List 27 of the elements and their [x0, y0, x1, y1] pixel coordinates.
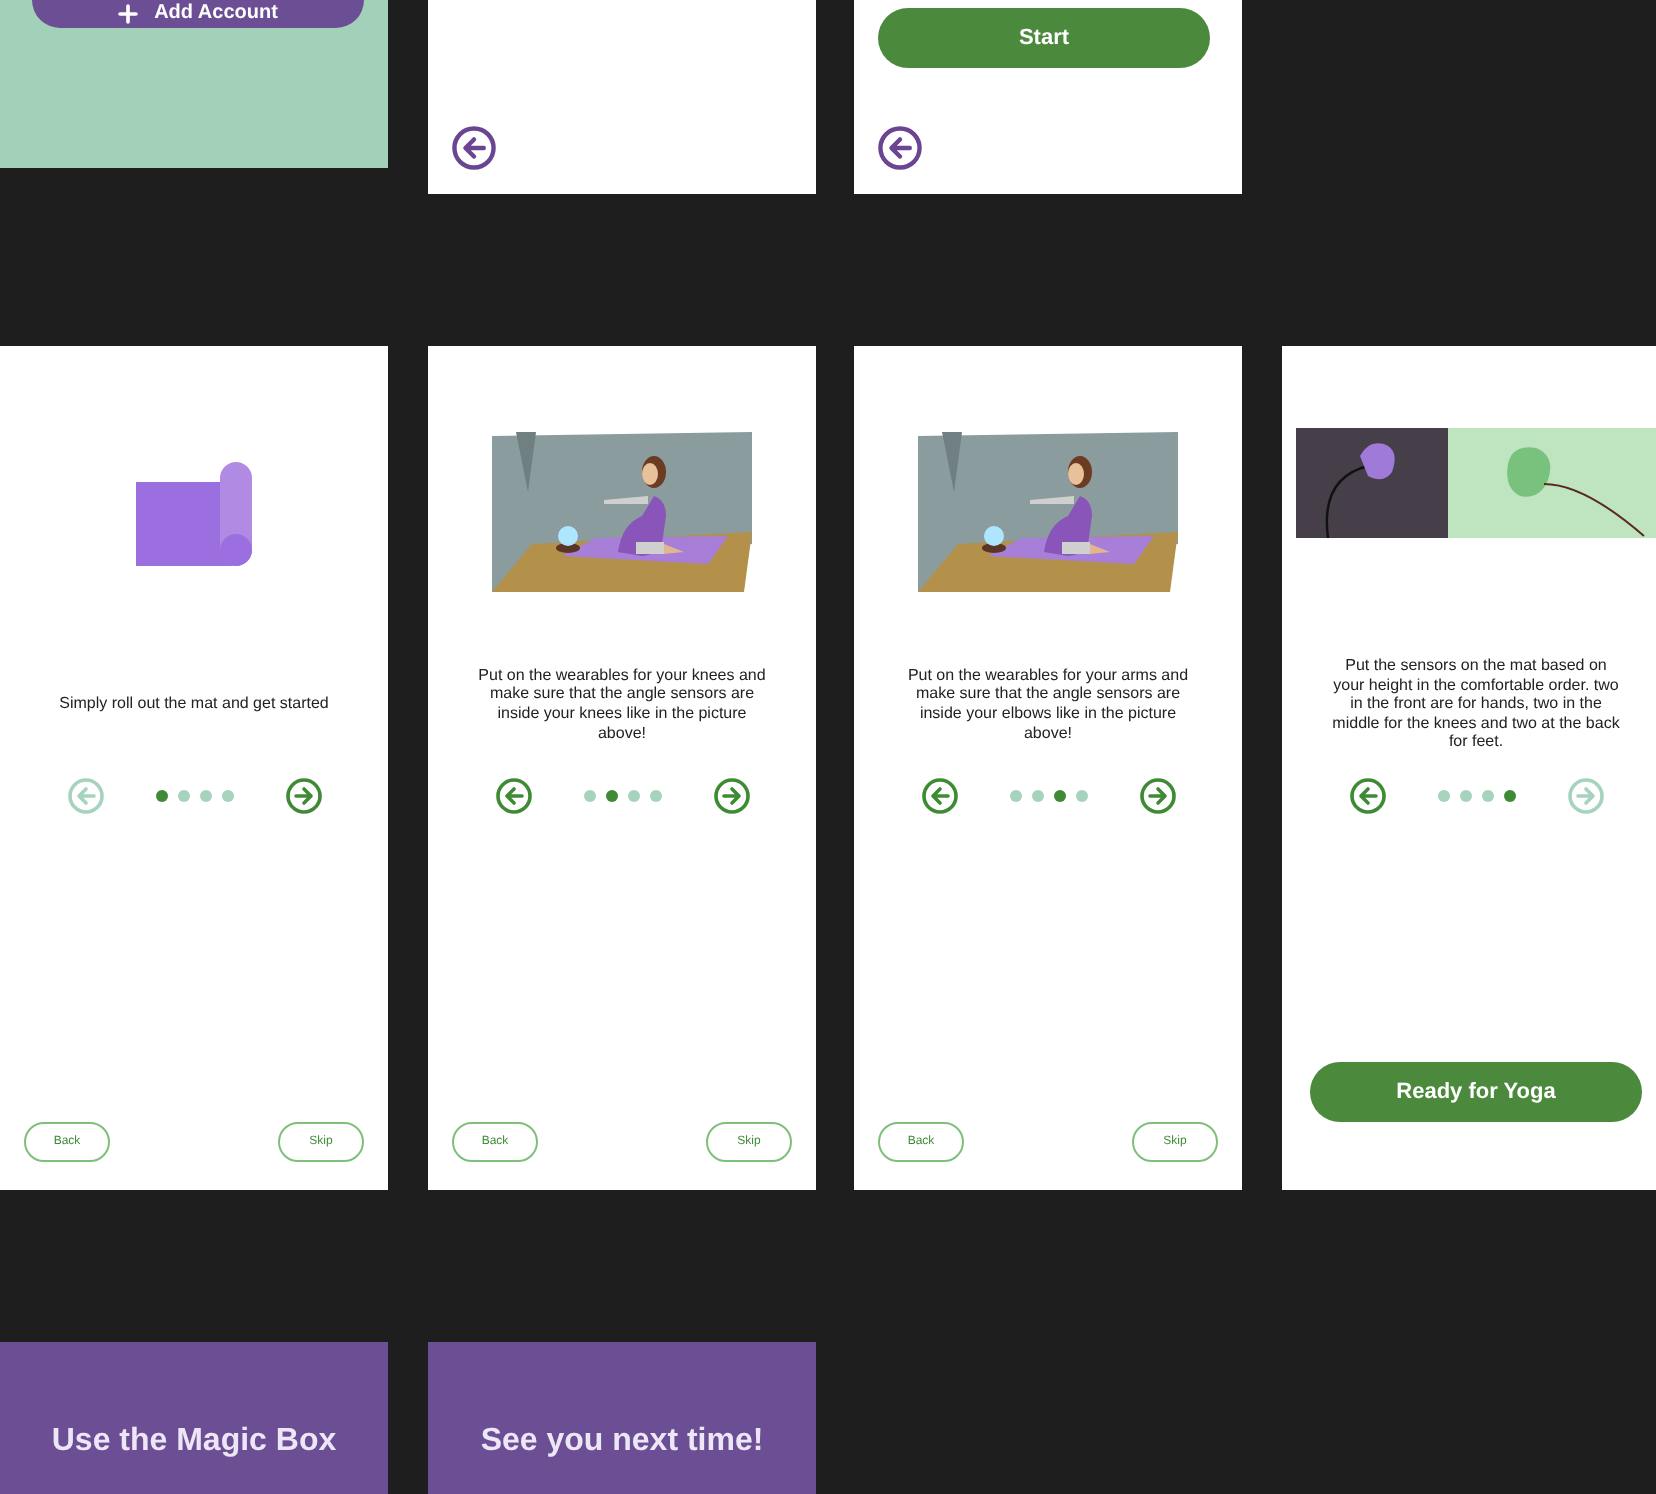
screen-title: Use the Magic Box [51, 1424, 337, 1460]
page-dot[interactable] [1503, 790, 1515, 802]
page-dot[interactable] [627, 790, 639, 802]
page-dot[interactable] [1459, 790, 1471, 802]
page-dot[interactable] [649, 790, 661, 802]
instruction-text: Put on the wearables for your knees and make sure that the angle sensors are inside your knees like in the picture above! [476, 665, 768, 743]
page-dot[interactable] [1437, 790, 1449, 802]
page-dot[interactable] [1009, 790, 1021, 802]
plus-icon [118, 4, 139, 24]
rolled-mat-icon [136, 458, 252, 570]
page-dot[interactable] [583, 790, 595, 802]
page-dot[interactable] [177, 790, 189, 802]
instruction-text: Put the sensors on the mat based on your height in the comfortable order. two in the front are for hands, two in the middle for the knees and two at the back for feet. [1330, 656, 1622, 752]
instruction-text: Put on the wearables for your arms and make sure that the angle sensors are inside your elbows like in the picture above! [905, 665, 1191, 743]
screen-title: See you next time! [480, 1424, 764, 1460]
page-dot[interactable] [605, 790, 617, 802]
page-dot[interactable] [1481, 790, 1493, 802]
page-dot[interactable] [1053, 790, 1065, 802]
page-dot[interactable] [199, 790, 211, 802]
ready-button[interactable]: Ready for Yoga [1310, 1062, 1642, 1122]
page-dot[interactable] [1075, 790, 1087, 802]
page-dot[interactable] [155, 790, 167, 802]
instruction-text: Simply roll out the mat and get started [57, 694, 331, 714]
start-button[interactable]: Start [878, 8, 1210, 68]
page-dot[interactable] [221, 790, 233, 802]
page-dot[interactable] [1031, 790, 1043, 802]
add-account-button[interactable]: Add Account [32, 0, 364, 28]
